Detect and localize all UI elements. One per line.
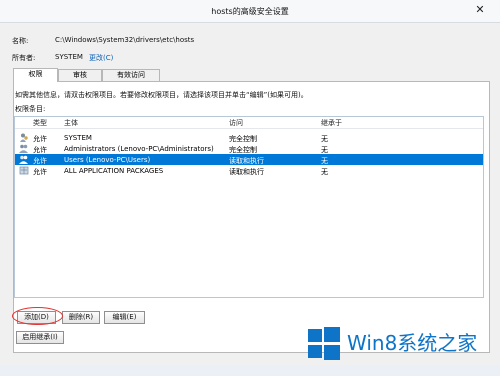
row-type: 允许 — [33, 168, 47, 176]
advanced-security-settings-window: hosts的高级安全设置 ✕ 名称: C:\Windows\System32\d… — [0, 0, 500, 376]
table-row[interactable]: 允许 SYSTEM 完全控制 无 — [15, 132, 483, 143]
windows-logo-icon — [308, 327, 340, 360]
edit-button[interactable]: 编辑(E) — [104, 311, 145, 324]
column-access[interactable]: 访问 — [229, 118, 243, 128]
user-group-icon — [19, 155, 28, 164]
tab-effective-access[interactable]: 有效访问 — [102, 69, 160, 81]
row-principal: SYSTEM — [64, 134, 92, 142]
window-title: hosts的高级安全设置 — [211, 7, 289, 16]
row-principal: Administrators (Lenovo-PC\Administrators… — [64, 145, 214, 153]
add-button[interactable]: 添加(D) — [17, 311, 56, 324]
permission-entries-label: 权限条目: — [15, 105, 46, 113]
tab-auditing[interactable]: 审核 — [58, 69, 102, 81]
column-type[interactable]: 类型 — [33, 118, 47, 128]
enable-inheritance-button[interactable]: 启用继承(I) — [16, 331, 64, 344]
name-label: 名称: — [12, 37, 29, 45]
table-row[interactable]: 允许 Administrators (Lenovo-PC\Administrat… — [15, 143, 483, 154]
remove-button[interactable]: 删除(R) — [62, 311, 100, 324]
info-text: 如需其他信息，请双击权限项目。若要修改权限项目，请选择该项目并单击“编辑”(如果… — [15, 91, 308, 99]
title-bar: hosts的高级安全设置 ✕ — [0, 0, 500, 23]
permission-entries-list[interactable]: 类型 主体 访问 继承于 允许 SYSTEM 完全控制 无 允许 Adminis… — [14, 116, 484, 298]
close-icon[interactable]: ✕ — [471, 3, 489, 17]
owner-value: SYSTEM — [55, 53, 83, 61]
row-inherited: 无 — [321, 168, 328, 176]
window-bottom-border — [0, 365, 500, 376]
user-icon — [20, 133, 28, 142]
table-row[interactable]: 允许 ALL APPLICATION PACKAGES 读取和执行 无 — [15, 165, 483, 176]
owner-label: 所有者: — [12, 54, 36, 62]
table-row-selected[interactable]: 允许 Users (Lenovo-PC\Users) 读取和执行 无 — [15, 154, 483, 165]
row-principal: ALL APPLICATION PACKAGES — [64, 167, 164, 175]
package-icon — [19, 166, 29, 175]
row-access: 读取和执行 — [229, 168, 264, 176]
column-inherited-from[interactable]: 继承于 — [321, 118, 342, 128]
watermark-text: Win8系统之家 — [347, 331, 478, 355]
user-group-icon — [19, 144, 28, 153]
watermark: Win8系统之家 — [306, 322, 481, 366]
list-header: 类型 主体 访问 继承于 — [15, 117, 483, 129]
file-path: C:\Windows\System32\drivers\etc\hosts — [55, 36, 195, 44]
column-principal[interactable]: 主体 — [64, 118, 78, 128]
change-owner-link[interactable]: 更改(C) — [89, 53, 113, 63]
row-principal: Users (Lenovo-PC\Users) — [64, 156, 151, 164]
tab-permissions[interactable]: 权限 — [13, 68, 58, 82]
